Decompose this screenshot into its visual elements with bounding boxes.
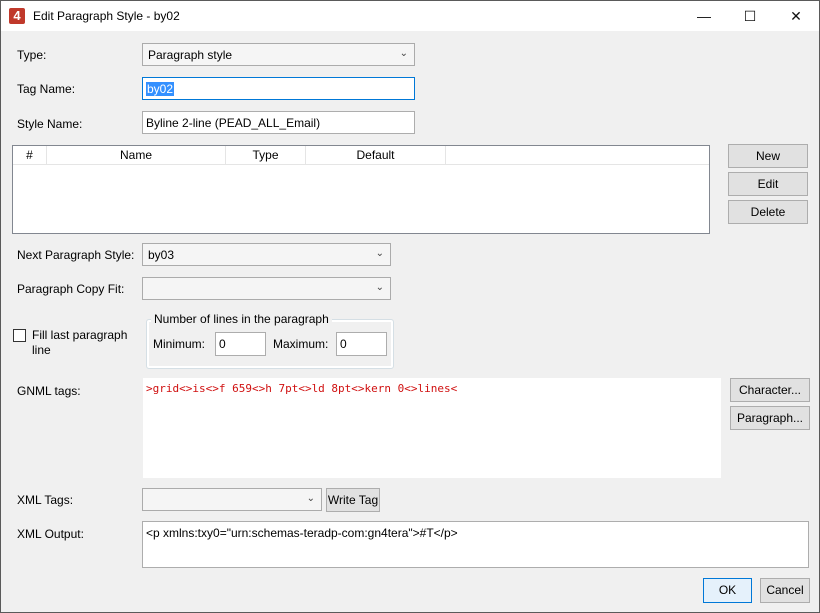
- fill-last-line-label-line2: line: [32, 343, 51, 357]
- column-header-default[interactable]: Default: [306, 146, 446, 165]
- next-style-dropdown[interactable]: by03 ⌄: [142, 243, 391, 266]
- new-button[interactable]: New: [728, 144, 808, 168]
- delete-button[interactable]: Delete: [728, 200, 808, 224]
- xml-output-value: <p xmlns:txy0="urn:schemas-teradp-com:gn…: [146, 526, 458, 540]
- xml-output-textarea[interactable]: <p xmlns:txy0="urn:schemas-teradp-com:gn…: [142, 521, 809, 568]
- close-button[interactable]: ✕: [773, 1, 819, 31]
- copy-fit-dropdown[interactable]: ⌄: [142, 277, 391, 300]
- gnml-textarea[interactable]: >grid<>is<>f 659<>h 7pt<>ld 8pt<>kern 0<…: [142, 377, 722, 479]
- chevron-down-icon: ⌄: [375, 248, 384, 259]
- fill-last-line-label-line1: Fill last paragraph: [32, 328, 128, 342]
- minimum-value: 0: [219, 337, 226, 351]
- attributes-table[interactable]: # Name Type Default: [12, 145, 710, 234]
- xml-output-label: XML Output:: [17, 527, 84, 541]
- gnml-value: >grid<>is<>f 659<>h 7pt<>ld 8pt<>kern 0<…: [146, 382, 458, 395]
- fill-last-line-label[interactable]: Fill last paragraph line: [32, 328, 127, 358]
- xml-tags-dropdown[interactable]: ⌄: [142, 488, 322, 511]
- maximize-button[interactable]: ☐: [727, 1, 773, 31]
- title-bar: 4 Edit Paragraph Style - by02 — ☐ ✕: [1, 1, 819, 31]
- maximum-value: 0: [340, 337, 347, 351]
- chevron-down-icon: ⌄: [375, 282, 384, 293]
- edit-paragraph-style-dialog: 4 Edit Paragraph Style - by02 — ☐ ✕ Type…: [0, 0, 820, 613]
- style-name-input[interactable]: Byline 2-line (PEAD_ALL_Email): [142, 111, 415, 134]
- fill-last-line-checkbox[interactable]: [13, 329, 26, 342]
- copy-fit-label: Paragraph Copy Fit:: [17, 282, 125, 296]
- edit-button[interactable]: Edit: [728, 172, 808, 196]
- tag-name-input[interactable]: by02: [142, 77, 415, 100]
- app-icon: 4: [9, 8, 25, 24]
- cancel-button[interactable]: Cancel: [760, 578, 810, 603]
- lines-group-legend: Number of lines in the paragraph: [151, 312, 332, 326]
- style-name-label: Style Name:: [17, 117, 83, 131]
- type-label-text: Type:: [17, 48, 47, 62]
- minimum-input[interactable]: 0: [215, 332, 266, 356]
- next-style-value: by03: [148, 248, 175, 262]
- chevron-down-icon: ⌄: [399, 48, 408, 59]
- type-dropdown[interactable]: Paragraph style ⌄: [142, 43, 415, 66]
- type-value: Paragraph style: [148, 48, 233, 62]
- chevron-down-icon: ⌄: [306, 493, 315, 504]
- write-tag-button[interactable]: Write Tag: [326, 488, 380, 512]
- style-name-value: Byline 2-line (PEAD_ALL_Email): [146, 116, 321, 130]
- xml-tags-label: XML Tags:: [17, 493, 74, 507]
- tag-name-label: Tag Name:: [17, 82, 76, 96]
- column-header-number[interactable]: #: [13, 146, 47, 165]
- gnml-label: GNML tags:: [17, 384, 81, 398]
- column-header-filler: [446, 146, 709, 165]
- next-style-label: Next Paragraph Style:: [17, 248, 135, 262]
- tag-name-value: by02: [146, 82, 175, 96]
- maximum-input[interactable]: 0: [336, 332, 387, 356]
- minimum-label: Minimum:: [153, 337, 206, 351]
- character-button[interactable]: Character...: [730, 378, 810, 402]
- maximum-label: Maximum:: [273, 337, 329, 351]
- column-header-type[interactable]: Type: [226, 146, 306, 165]
- column-header-name[interactable]: Name: [47, 146, 226, 165]
- ok-button[interactable]: OK: [703, 578, 752, 603]
- type-label: Type:: [17, 48, 46, 62]
- window-title: Edit Paragraph Style - by02: [33, 9, 180, 23]
- paragraph-button[interactable]: Paragraph...: [730, 406, 810, 430]
- minimize-button[interactable]: —: [681, 1, 727, 31]
